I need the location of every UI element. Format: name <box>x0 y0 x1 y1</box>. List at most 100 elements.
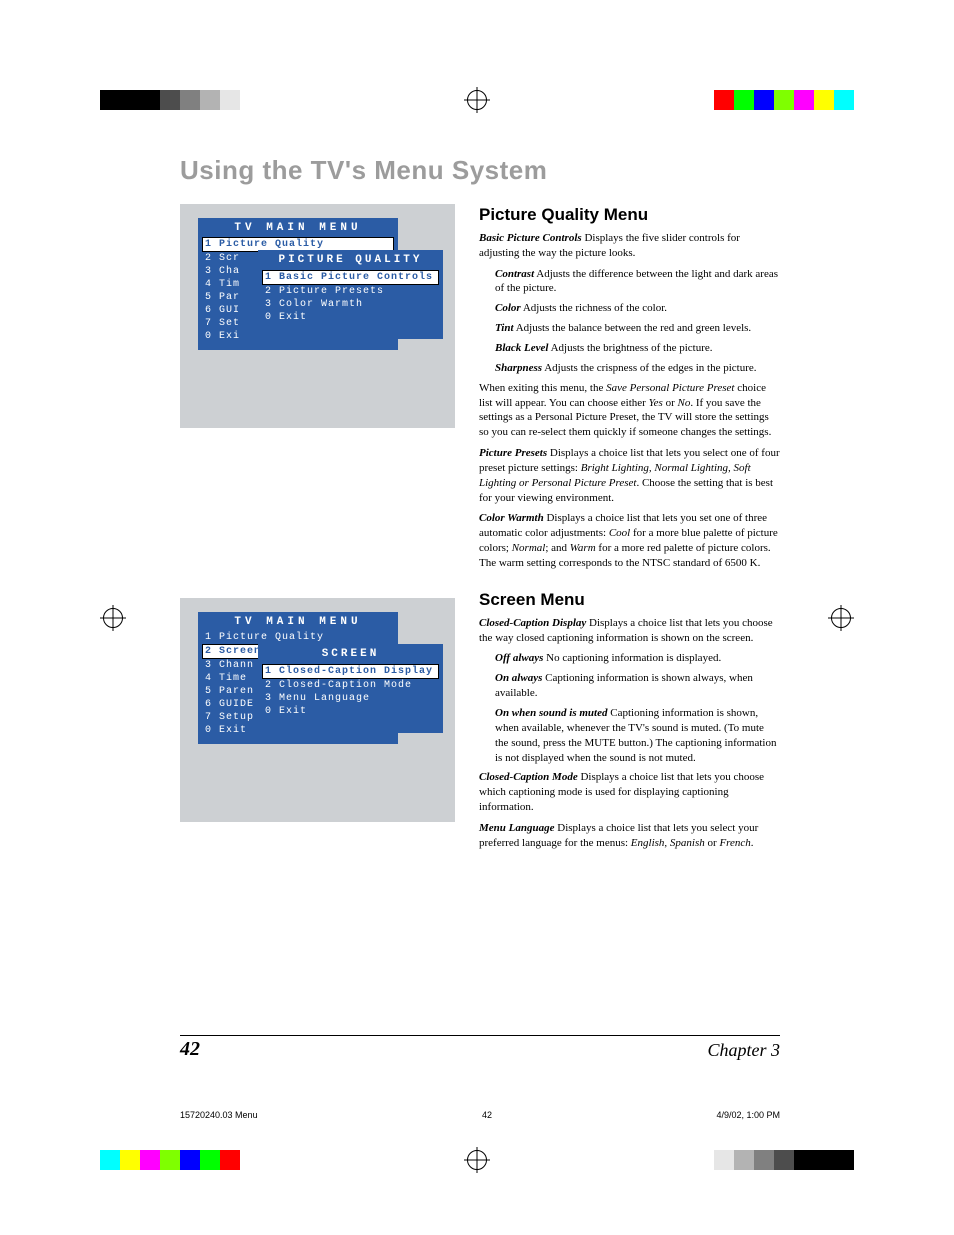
term: Off always <box>495 652 543 664</box>
desc: Adjusts the balance between the red and … <box>514 322 752 334</box>
color-swatch <box>100 1150 120 1170</box>
color-swatch <box>774 90 794 110</box>
printer-marks-top <box>0 90 954 110</box>
tv-menu-screen: TV MAIN MENU 1 Picture Quality2 Screen3 … <box>180 598 455 822</box>
t: . <box>751 837 754 849</box>
term: Color Warmth <box>479 512 544 524</box>
tv-menu-item: 2 Closed-Caption Mode <box>263 679 438 692</box>
color-swatch <box>220 90 240 110</box>
tv-menu-item: 1 Basic Picture Controls <box>262 270 439 285</box>
slug-file: 15720240.03 Menu <box>180 1110 258 1120</box>
em: Normal <box>512 542 546 554</box>
term: Basic Picture Controls <box>479 232 582 244</box>
em: Yes <box>649 397 663 409</box>
term: Closed-Caption Mode <box>479 771 578 783</box>
para-on-always: On always Captioning information is show… <box>495 671 780 701</box>
em: Warm <box>570 542 596 554</box>
para-off-always: Off always No captioning information is … <box>495 651 780 666</box>
para-tint: Tint Adjusts the balance between the red… <box>495 321 780 336</box>
color-swatch <box>754 90 774 110</box>
page-number: 42 <box>180 1038 200 1061</box>
printer-marks-bottom <box>0 1150 954 1170</box>
color-swatch <box>140 90 160 110</box>
em: French <box>719 837 750 849</box>
color-swatch <box>200 1150 220 1170</box>
para-picture-presets: Picture Presets Displays a choice list t… <box>479 446 780 505</box>
para-cc-display: Closed-Caption Display Displays a choice… <box>479 616 780 646</box>
desc: Adjusts the crispness of the edges in th… <box>542 362 756 374</box>
t: ; and <box>545 542 569 554</box>
para-black-level: Black Level Adjusts the brightness of th… <box>495 341 780 356</box>
para-contrast: Contrast Adjusts the difference between … <box>495 267 780 297</box>
t: or <box>705 837 720 849</box>
page-footer: 42 Chapter 3 <box>180 1035 780 1061</box>
em: English <box>631 837 665 849</box>
tv-main-title: TV MAIN MENU <box>199 613 397 631</box>
term: On when sound is muted <box>495 707 607 719</box>
color-swatch <box>120 1150 140 1170</box>
color-swatch <box>814 90 834 110</box>
print-slug: 15720240.03 Menu 42 4/9/02, 1:00 PM <box>180 1110 780 1120</box>
t: or <box>663 397 678 409</box>
color-swatch <box>100 90 120 110</box>
color-bar-top-left <box>100 90 240 110</box>
slug-datetime: 4/9/02, 1:00 PM <box>716 1110 780 1120</box>
desc: Adjusts the difference between the light… <box>495 268 778 295</box>
color-swatch <box>794 1150 814 1170</box>
em: No <box>678 397 691 409</box>
color-swatch <box>714 1150 734 1170</box>
term: Color <box>495 302 521 314</box>
color-swatch <box>774 1150 794 1170</box>
color-swatch <box>834 1150 854 1170</box>
color-swatch <box>734 1150 754 1170</box>
body-text: Picture Quality Menu Basic Picture Contr… <box>479 204 780 857</box>
para-basic-picture-controls: Basic Picture Controls Displays the five… <box>479 231 780 261</box>
desc: Adjusts the richness of the color. <box>521 302 667 314</box>
page-content: Using the TV's Menu System TV MAIN MENU … <box>180 155 780 857</box>
term: Sharpness <box>495 362 542 374</box>
term: Picture Presets <box>479 447 547 459</box>
tv-menu-picture-quality: TV MAIN MENU 1 Picture Quality2 Scr3 Cha… <box>180 204 455 428</box>
desc: No captioning information is displayed. <box>543 652 721 664</box>
color-swatch <box>180 90 200 110</box>
color-swatch <box>160 90 180 110</box>
term: Contrast <box>495 268 534 280</box>
color-swatch <box>160 1150 180 1170</box>
color-swatch <box>814 1150 834 1170</box>
color-swatch <box>180 1150 200 1170</box>
term: Closed-Caption Display <box>479 617 586 629</box>
tv-submenu-picture-quality: PICTURE QUALITY 1 Basic Picture Controls… <box>258 250 443 339</box>
tv-sub-title: SCREEN <box>259 645 442 664</box>
color-swatch <box>120 90 140 110</box>
tv-menu-item: 0 Exit <box>263 705 438 718</box>
tv-menu-item: 1 Closed-Caption Display <box>262 664 439 679</box>
para-on-muted: On when sound is muted Captioning inform… <box>495 706 780 765</box>
tv-menu-item: 0 Exit <box>263 311 438 324</box>
color-swatch <box>200 90 220 110</box>
tv-sub-title: PICTURE QUALITY <box>259 251 442 270</box>
para-cc-mode: Closed-Caption Mode Displays a choice li… <box>479 770 780 815</box>
em: Spanish <box>670 837 705 849</box>
color-swatch <box>734 90 754 110</box>
color-swatch <box>220 1150 240 1170</box>
color-bar-top-right <box>714 90 854 110</box>
chapter-label: Chapter 3 <box>707 1040 780 1061</box>
tv-submenu-screen: SCREEN 1 Closed-Caption Display2 Closed-… <box>258 644 443 733</box>
para-color-warmth: Color Warmth Displays a choice list that… <box>479 511 780 570</box>
color-swatch <box>834 90 854 110</box>
tv-menu-item: 1 Picture Quality <box>203 631 393 644</box>
tv-menu-item: 2 Picture Presets <box>263 285 438 298</box>
color-bar-bottom-right <box>714 1150 854 1170</box>
em: Cool <box>609 527 630 539</box>
para-save-preset: When exiting this menu, the Save Persona… <box>479 381 780 440</box>
para-color: Color Adjusts the richness of the color. <box>495 301 780 316</box>
registration-mark-bottom <box>467 1150 487 1170</box>
tv-menu-item: 3 Menu Language <box>263 692 438 705</box>
tv-main-title: TV MAIN MENU <box>199 219 397 237</box>
para-menu-language: Menu Language Displays a choice list tha… <box>479 821 780 851</box>
term: On always <box>495 672 542 684</box>
para-sharpness: Sharpness Adjusts the crispness of the e… <box>495 361 780 376</box>
color-swatch <box>140 1150 160 1170</box>
t: When exiting this menu, the <box>479 382 606 394</box>
desc: Adjusts the brightness of the picture. <box>548 342 712 354</box>
